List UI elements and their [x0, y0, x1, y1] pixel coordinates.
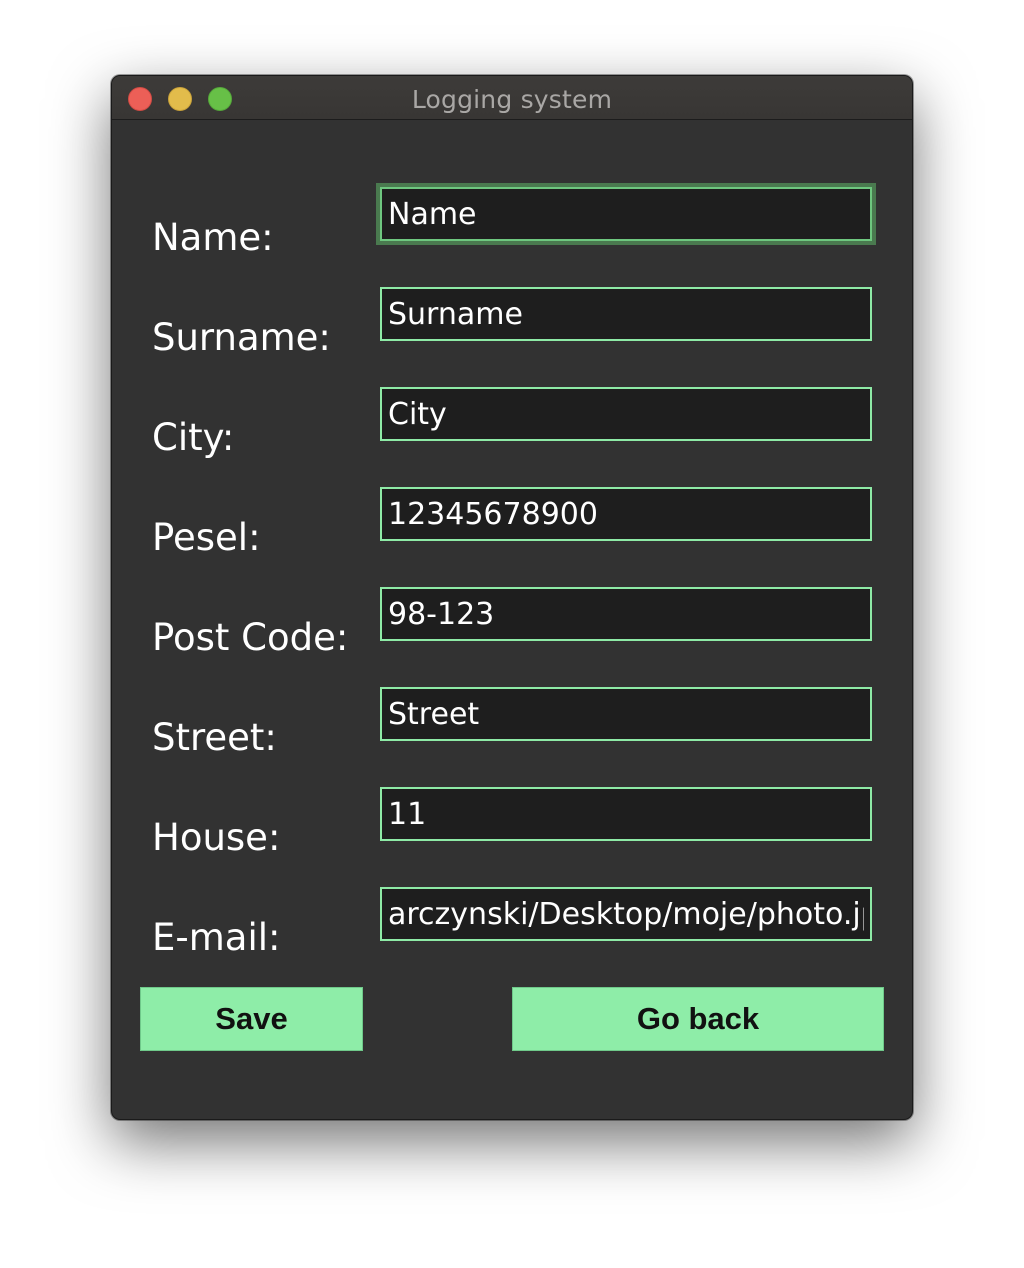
street-label: Street:	[152, 716, 277, 759]
title-bar[interactable]: Logging system	[112, 76, 912, 120]
pesel-label: Pesel:	[152, 516, 261, 559]
name-field[interactable]	[380, 187, 872, 241]
go-back-button[interactable]: Go back	[512, 987, 884, 1051]
surname-field[interactable]	[380, 287, 872, 341]
post-code-field[interactable]	[380, 587, 872, 641]
city-field[interactable]	[380, 387, 872, 441]
save-button[interactable]: Save	[140, 987, 363, 1051]
city-label: City:	[152, 416, 235, 459]
house-label: House:	[152, 816, 281, 859]
house-field[interactable]	[380, 787, 872, 841]
email-label: E-mail:	[152, 916, 281, 959]
pesel-field[interactable]	[380, 487, 872, 541]
name-label: Name:	[152, 216, 274, 259]
app-window: Logging system Name: Surname: City: Pese…	[111, 75, 913, 1120]
street-field[interactable]	[380, 687, 872, 741]
post-code-label: Post Code:	[152, 616, 349, 659]
window-title: Logging system	[411, 85, 613, 114]
email-field[interactable]	[380, 887, 872, 941]
form-panel: Name: Surname: City: Pesel: Post Code: S…	[112, 120, 912, 1119]
surname-label: Surname:	[152, 316, 331, 359]
